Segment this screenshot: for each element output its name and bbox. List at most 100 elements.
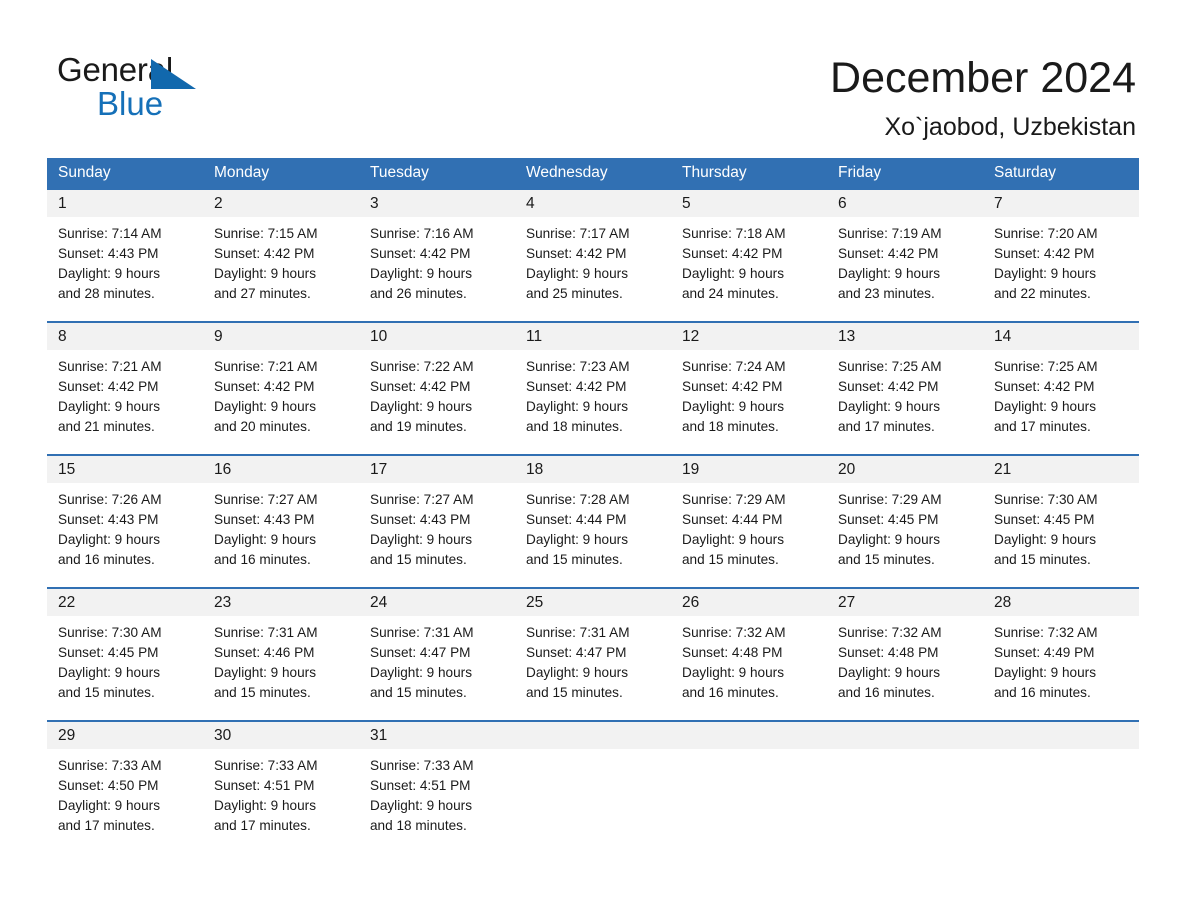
day-details: [983, 749, 1139, 756]
day-cell[interactable]: 12 Sunrise: 7:24 AM Sunset: 4:42 PM Dayl…: [671, 323, 827, 454]
sunrise-text: Sunrise: 7:18 AM: [682, 226, 786, 241]
daylight-text-line1: Daylight: 9 hours: [58, 665, 161, 680]
day-number: 29: [58, 727, 76, 744]
calendar-week-row: 29 Sunrise: 7:33 AM Sunset: 4:50 PM Dayl…: [47, 720, 1139, 853]
day-cell[interactable]: 18 Sunrise: 7:28 AM Sunset: 4:44 PM Dayl…: [515, 456, 671, 587]
day-cell[interactable]: 16 Sunrise: 7:27 AM Sunset: 4:43 PM Dayl…: [203, 456, 359, 587]
sunrise-text: Sunrise: 7:16 AM: [370, 226, 474, 241]
day-details: Sunrise: 7:18 AM Sunset: 4:42 PM Dayligh…: [671, 217, 827, 304]
day-cell[interactable]: 15 Sunrise: 7:26 AM Sunset: 4:43 PM Dayl…: [47, 456, 203, 587]
day-number-strip: 25: [515, 589, 671, 616]
day-cell[interactable]: 22 Sunrise: 7:30 AM Sunset: 4:45 PM Dayl…: [47, 589, 203, 720]
sunset-text: Sunset: 4:42 PM: [994, 379, 1095, 394]
day-cell[interactable]: 27 Sunrise: 7:32 AM Sunset: 4:48 PM Dayl…: [827, 589, 983, 720]
sunset-text: Sunset: 4:42 PM: [526, 379, 627, 394]
sunset-text: Sunset: 4:45 PM: [58, 645, 159, 660]
day-number-strip: 9: [203, 323, 359, 350]
day-number: 7: [994, 195, 1003, 212]
day-cell[interactable]: 3 Sunrise: 7:16 AM Sunset: 4:42 PM Dayli…: [359, 190, 515, 321]
daylight-text-line1: Daylight: 9 hours: [838, 399, 941, 414]
day-cell[interactable]: 30 Sunrise: 7:33 AM Sunset: 4:51 PM Dayl…: [203, 722, 359, 853]
sunrise-text: Sunrise: 7:30 AM: [58, 625, 162, 640]
day-details: Sunrise: 7:31 AM Sunset: 4:47 PM Dayligh…: [515, 616, 671, 703]
daylight-text-line1: Daylight: 9 hours: [214, 399, 317, 414]
day-cell[interactable]: 1 Sunrise: 7:14 AM Sunset: 4:43 PM Dayli…: [47, 190, 203, 321]
day-number-strip: [671, 722, 827, 749]
day-cell-empty: [515, 722, 671, 853]
sunrise-text: Sunrise: 7:21 AM: [58, 359, 162, 374]
day-number-strip: 17: [359, 456, 515, 483]
daylight-text-line1: Daylight: 9 hours: [370, 399, 473, 414]
day-number: 10: [370, 328, 388, 345]
daylight-text-line2: and 17 minutes.: [214, 818, 311, 833]
day-cell[interactable]: 2 Sunrise: 7:15 AM Sunset: 4:42 PM Dayli…: [203, 190, 359, 321]
sunset-text: Sunset: 4:42 PM: [526, 246, 627, 261]
day-number: 21: [994, 461, 1012, 478]
day-cell[interactable]: 25 Sunrise: 7:31 AM Sunset: 4:47 PM Dayl…: [515, 589, 671, 720]
sunrise-text: Sunrise: 7:19 AM: [838, 226, 942, 241]
sunset-text: Sunset: 4:42 PM: [838, 379, 939, 394]
day-cell[interactable]: 28 Sunrise: 7:32 AM Sunset: 4:49 PM Dayl…: [983, 589, 1139, 720]
day-number: 11: [526, 328, 543, 345]
day-number: 1: [58, 195, 67, 212]
sunset-text: Sunset: 4:44 PM: [682, 512, 783, 527]
day-cell-empty: [983, 722, 1139, 853]
day-cell[interactable]: 11 Sunrise: 7:23 AM Sunset: 4:42 PM Dayl…: [515, 323, 671, 454]
day-details: Sunrise: 7:24 AM Sunset: 4:42 PM Dayligh…: [671, 350, 827, 437]
day-number-strip: 18: [515, 456, 671, 483]
day-number: 26: [682, 594, 700, 611]
daylight-text-line1: Daylight: 9 hours: [58, 532, 161, 547]
day-cell[interactable]: 26 Sunrise: 7:32 AM Sunset: 4:48 PM Dayl…: [671, 589, 827, 720]
day-cell[interactable]: 24 Sunrise: 7:31 AM Sunset: 4:47 PM Dayl…: [359, 589, 515, 720]
sunset-text: Sunset: 4:43 PM: [214, 512, 315, 527]
daylight-text-line2: and 25 minutes.: [526, 286, 623, 301]
sunset-text: Sunset: 4:51 PM: [214, 778, 315, 793]
day-number: 30: [214, 727, 232, 744]
sunset-text: Sunset: 4:45 PM: [838, 512, 939, 527]
day-number-strip: 3: [359, 190, 515, 217]
day-number: 6: [838, 195, 847, 212]
day-details: Sunrise: 7:25 AM Sunset: 4:42 PM Dayligh…: [983, 350, 1139, 437]
day-cell[interactable]: 20 Sunrise: 7:29 AM Sunset: 4:45 PM Dayl…: [827, 456, 983, 587]
daylight-text-line2: and 20 minutes.: [214, 419, 311, 434]
day-cell-empty: [827, 722, 983, 853]
sunrise-text: Sunrise: 7:24 AM: [682, 359, 786, 374]
day-cell[interactable]: 17 Sunrise: 7:27 AM Sunset: 4:43 PM Dayl…: [359, 456, 515, 587]
daylight-text-line1: Daylight: 9 hours: [526, 665, 629, 680]
day-number-strip: 23: [203, 589, 359, 616]
daylight-text-line1: Daylight: 9 hours: [214, 665, 317, 680]
day-details: Sunrise: 7:22 AM Sunset: 4:42 PM Dayligh…: [359, 350, 515, 437]
day-cell[interactable]: 19 Sunrise: 7:29 AM Sunset: 4:44 PM Dayl…: [671, 456, 827, 587]
sunset-text: Sunset: 4:50 PM: [58, 778, 159, 793]
weekday-wednesday: Wednesday: [526, 164, 608, 181]
day-cell[interactable]: 6 Sunrise: 7:19 AM Sunset: 4:42 PM Dayli…: [827, 190, 983, 321]
day-cell[interactable]: 8 Sunrise: 7:21 AM Sunset: 4:42 PM Dayli…: [47, 323, 203, 454]
day-number: 27: [838, 594, 856, 611]
day-cell[interactable]: 23 Sunrise: 7:31 AM Sunset: 4:46 PM Dayl…: [203, 589, 359, 720]
day-cell[interactable]: 10 Sunrise: 7:22 AM Sunset: 4:42 PM Dayl…: [359, 323, 515, 454]
day-details: Sunrise: 7:28 AM Sunset: 4:44 PM Dayligh…: [515, 483, 671, 570]
day-details: Sunrise: 7:23 AM Sunset: 4:42 PM Dayligh…: [515, 350, 671, 437]
day-cell[interactable]: 21 Sunrise: 7:30 AM Sunset: 4:45 PM Dayl…: [983, 456, 1139, 587]
day-cell[interactable]: 29 Sunrise: 7:33 AM Sunset: 4:50 PM Dayl…: [47, 722, 203, 853]
day-cell[interactable]: 5 Sunrise: 7:18 AM Sunset: 4:42 PM Dayli…: [671, 190, 827, 321]
sunset-text: Sunset: 4:42 PM: [58, 379, 159, 394]
calendar-week-row: 22 Sunrise: 7:30 AM Sunset: 4:45 PM Dayl…: [47, 587, 1139, 720]
sunrise-text: Sunrise: 7:25 AM: [994, 359, 1098, 374]
day-number: 5: [682, 195, 691, 212]
day-cell[interactable]: 13 Sunrise: 7:25 AM Sunset: 4:42 PM Dayl…: [827, 323, 983, 454]
sunrise-text: Sunrise: 7:14 AM: [58, 226, 162, 241]
day-cell[interactable]: 31 Sunrise: 7:33 AM Sunset: 4:51 PM Dayl…: [359, 722, 515, 853]
sunset-text: Sunset: 4:42 PM: [994, 246, 1095, 261]
day-number: 15: [58, 461, 76, 478]
generalblue-logo[interactable]: General Blue: [57, 50, 207, 122]
sunrise-text: Sunrise: 7:33 AM: [58, 758, 162, 773]
sunset-text: Sunset: 4:49 PM: [994, 645, 1095, 660]
daylight-text-line2: and 23 minutes.: [838, 286, 935, 301]
day-cell[interactable]: 7 Sunrise: 7:20 AM Sunset: 4:42 PM Dayli…: [983, 190, 1139, 321]
day-cell[interactable]: 4 Sunrise: 7:17 AM Sunset: 4:42 PM Dayli…: [515, 190, 671, 321]
sunset-text: Sunset: 4:42 PM: [682, 379, 783, 394]
day-cell[interactable]: 14 Sunrise: 7:25 AM Sunset: 4:42 PM Dayl…: [983, 323, 1139, 454]
day-cell[interactable]: 9 Sunrise: 7:21 AM Sunset: 4:42 PM Dayli…: [203, 323, 359, 454]
day-number-strip: 30: [203, 722, 359, 749]
